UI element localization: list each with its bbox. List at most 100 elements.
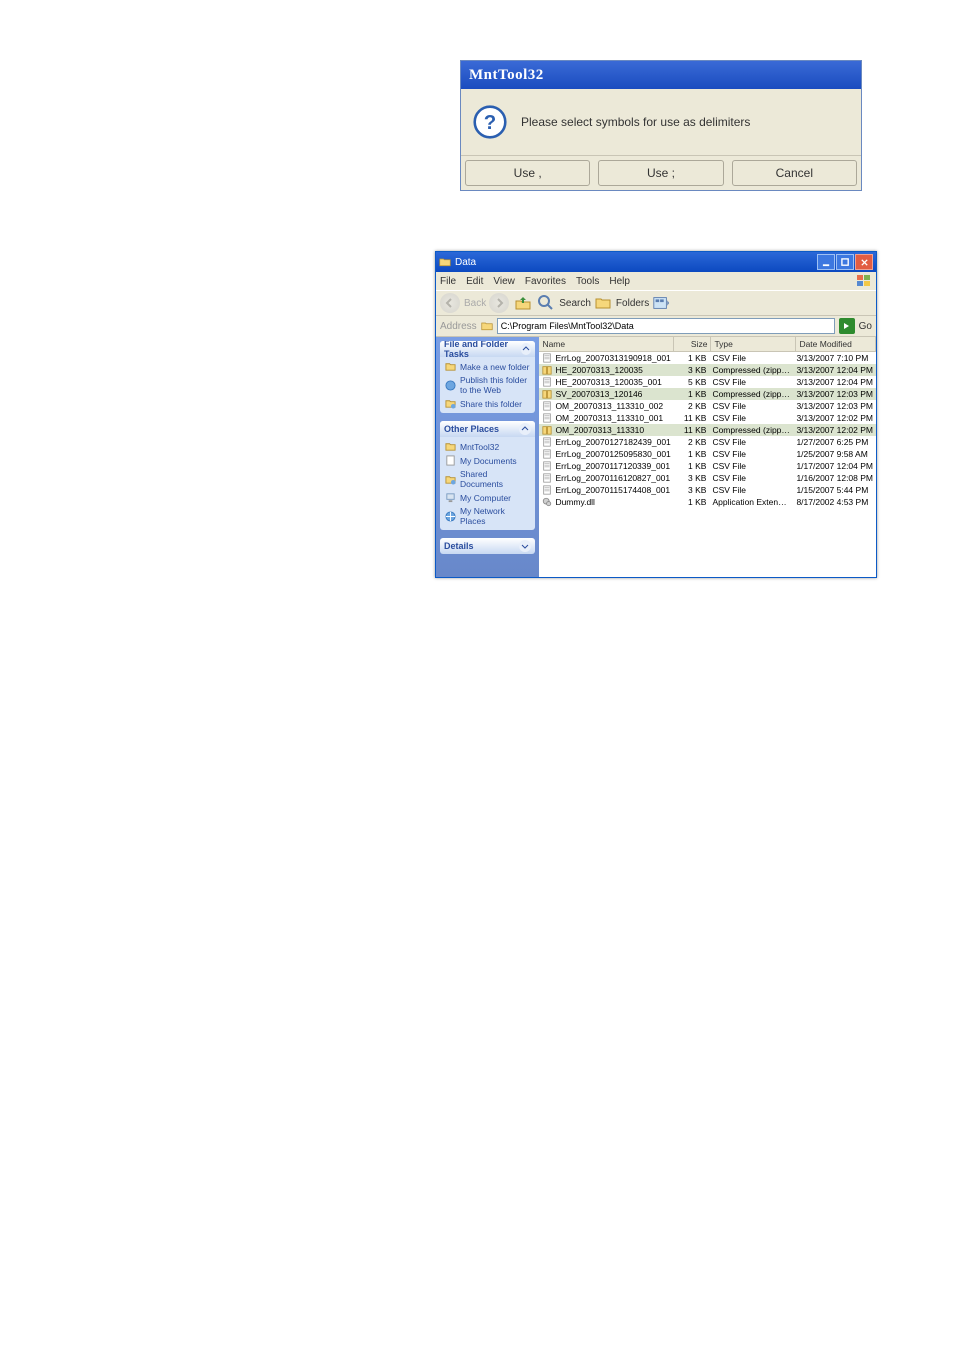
file-date: 3/13/2007 12:02 PM xyxy=(793,425,876,435)
file-type: Compressed (zippe... xyxy=(709,425,793,435)
place-item[interactable]: My Network Places xyxy=(445,506,530,526)
dialog-titlebar[interactable]: MntTool32 xyxy=(461,61,861,89)
file-row[interactable]: ErrLog_20070313190918_0011 KBCSV File3/1… xyxy=(539,352,876,364)
back-button[interactable] xyxy=(440,293,460,313)
folders-label[interactable]: Folders xyxy=(616,298,649,309)
file-date: 1/15/2007 5:44 PM xyxy=(793,485,876,495)
chevron-down-icon[interactable] xyxy=(519,540,531,552)
explorer-window: Data File Edit View Favorites Tools Help… xyxy=(435,251,877,578)
address-bar: Address Go xyxy=(436,316,876,337)
menu-help[interactable]: Help xyxy=(609,276,630,287)
chevron-up-icon[interactable] xyxy=(521,343,531,355)
file-name: HE_20070313_120035 xyxy=(555,365,642,375)
file-type: CSV File xyxy=(709,437,793,447)
file-row[interactable]: ErrLog_20070125095830_0011 KBCSV File1/2… xyxy=(539,448,876,460)
place-item[interactable]: MntTool32 xyxy=(445,441,530,452)
back-label: Back xyxy=(464,298,486,309)
go-button[interactable] xyxy=(839,318,855,334)
menu-file[interactable]: File xyxy=(440,276,456,287)
windows-logo-icon xyxy=(854,272,874,290)
folders-icon[interactable] xyxy=(594,294,612,312)
file-name: OM_20070313_113310 xyxy=(555,425,644,435)
search-label[interactable]: Search xyxy=(559,298,591,309)
svg-text:?: ? xyxy=(484,112,496,134)
file-name: ErrLog_20070127182439_001 xyxy=(555,437,670,447)
file-size: 1 KB xyxy=(673,449,709,459)
file-size: 11 KB xyxy=(673,413,709,423)
folder-icon xyxy=(439,256,451,268)
file-size: 2 KB xyxy=(673,437,709,447)
file-date: 1/25/2007 9:58 AM xyxy=(793,449,876,459)
panel-title: Details xyxy=(444,541,474,551)
file-type: CSV File xyxy=(709,353,793,363)
up-button[interactable] xyxy=(512,292,534,314)
maximize-button[interactable] xyxy=(836,254,854,270)
file-folder-tasks-panel: File and Folder Tasks Make a new folder P… xyxy=(440,341,535,413)
explorer-titlebar[interactable]: Data xyxy=(436,252,876,272)
place-item[interactable]: Shared Documents xyxy=(445,469,530,489)
place-item[interactable]: My Computer xyxy=(445,492,530,503)
file-type: CSV File xyxy=(709,377,793,387)
panel-header[interactable]: File and Folder Tasks xyxy=(440,341,535,357)
forward-button[interactable] xyxy=(489,293,509,313)
file-row[interactable]: Dummy.dll1 KBApplication Extension8/17/2… xyxy=(539,496,876,508)
cancel-button[interactable]: Cancel xyxy=(732,160,857,186)
task-item[interactable]: Share this folder xyxy=(445,398,530,409)
search-icon[interactable] xyxy=(537,294,555,312)
dialog-message: Please select symbols for use as delimit… xyxy=(521,115,750,129)
file-row[interactable]: ErrLog_20070117120339_0011 KBCSV File1/1… xyxy=(539,460,876,472)
file-size: 2 KB xyxy=(673,401,709,411)
file-size: 3 KB xyxy=(673,473,709,483)
place-item[interactable]: My Documents xyxy=(445,455,530,466)
views-icon[interactable] xyxy=(652,294,670,312)
file-row[interactable]: SV_20070313_1201461 KBCompressed (zippe.… xyxy=(539,388,876,400)
file-type: CSV File xyxy=(709,461,793,471)
use-comma-button[interactable]: Use , xyxy=(465,160,590,186)
task-item[interactable]: Publish this folder to the Web xyxy=(445,375,530,395)
file-name: HE_20070313_120035_001 xyxy=(555,377,661,387)
file-row[interactable]: OM_20070313_113310_001 11 KBCSV File3/13/… xyxy=(539,412,876,424)
file-type: CSV File xyxy=(709,449,793,459)
file-date: 3/13/2007 12:03 PM xyxy=(793,389,876,399)
close-button[interactable] xyxy=(855,254,873,270)
place-label: My Computer xyxy=(460,493,511,503)
file-row[interactable]: HE_20070313_1200353 KBCompressed (zippe.… xyxy=(539,364,876,376)
place-label: My Network Places xyxy=(460,506,530,526)
file-type: CSV File xyxy=(709,413,793,423)
panel-header[interactable]: Other Places xyxy=(440,421,535,437)
col-name[interactable]: Name xyxy=(539,337,674,351)
menu-view[interactable]: View xyxy=(493,276,515,287)
address-input[interactable] xyxy=(497,318,835,334)
file-name: OM_20070313_113310_001 xyxy=(555,413,663,423)
col-date[interactable]: Date Modified xyxy=(796,337,876,351)
file-date: 3/13/2007 12:04 PM xyxy=(793,377,876,387)
panel-title: Other Places xyxy=(444,424,499,434)
file-date: 8/17/2002 4:53 PM xyxy=(793,497,876,507)
file-date: 3/13/2007 12:02 PM xyxy=(793,413,876,423)
menu-edit[interactable]: Edit xyxy=(466,276,483,287)
file-type: Compressed (zippe... xyxy=(709,365,793,375)
use-semicolon-button[interactable]: Use ; xyxy=(598,160,723,186)
panel-header[interactable]: Details xyxy=(440,538,535,554)
file-size: 11 KB xyxy=(673,425,709,435)
file-row[interactable]: ErrLog_20070116120827_0013 KBCSV File1/1… xyxy=(539,472,876,484)
place-label: Shared Documents xyxy=(460,469,530,489)
file-row[interactable]: OM_20070313_113310_0022 KBCSV File3/13/2… xyxy=(539,400,876,412)
col-type[interactable]: Type xyxy=(711,337,796,351)
file-name: ErrLog_20070125095830_001 xyxy=(555,449,670,459)
task-item[interactable]: Make a new folder xyxy=(445,361,530,372)
file-type: CSV File xyxy=(709,473,793,483)
file-name: SV_20070313_120146 xyxy=(555,389,642,399)
file-row[interactable]: ErrLog_20070115174408_0013 KBCSV File1/1… xyxy=(539,484,876,496)
menu-bar: File Edit View Favorites Tools Help xyxy=(436,272,876,290)
minimize-button[interactable] xyxy=(817,254,835,270)
file-row[interactable]: OM_20070313_113310 11 KBCompressed (zippe… xyxy=(539,424,876,436)
file-row[interactable]: HE_20070313_120035_0015 KBCSV File3/13/2… xyxy=(539,376,876,388)
file-date: 1/17/2007 12:04 PM xyxy=(793,461,876,471)
file-row[interactable]: ErrLog_20070127182439_0012 KBCSV File1/2… xyxy=(539,436,876,448)
file-size: 1 KB xyxy=(673,389,709,399)
menu-tools[interactable]: Tools xyxy=(576,276,599,287)
menu-favorites[interactable]: Favorites xyxy=(525,276,566,287)
col-size[interactable]: Size xyxy=(674,337,711,351)
chevron-up-icon[interactable] xyxy=(519,423,531,435)
